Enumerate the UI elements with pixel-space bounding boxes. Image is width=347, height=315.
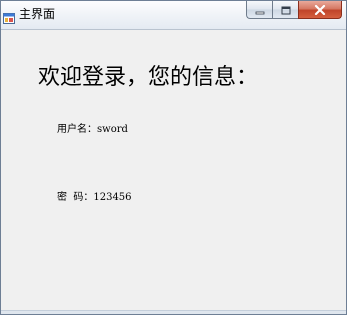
username-value: sword — [97, 124, 128, 135]
form-client-area: 欢迎登录，您的信息： 用户名：sword 密 码：123456 — [1, 30, 346, 314]
window-bottom-border — [1, 310, 346, 314]
window-title: 主界面 — [19, 7, 56, 21]
title-bar[interactable]: 主界面 — [1, 1, 346, 30]
minimize-icon — [255, 0, 265, 19]
close-button[interactable] — [298, 1, 342, 19]
password-row: 密 码：123456 — [57, 191, 132, 205]
maximize-button[interactable] — [272, 1, 298, 19]
password-label: 密 码： — [57, 192, 94, 203]
main-window: 主界面 欢迎登录，您的信息： 用户名：sword 密 码：123456 — [0, 0, 347, 315]
minimize-button[interactable] — [246, 1, 272, 19]
close-icon — [314, 0, 326, 19]
username-label: 用户名： — [57, 124, 97, 135]
maximize-icon — [281, 0, 291, 19]
welcome-heading: 欢迎登录，您的信息： — [38, 65, 259, 90]
windows-form-icon[interactable] — [3, 9, 15, 24]
caption-buttons — [246, 1, 342, 21]
password-value: 123456 — [93, 192, 132, 203]
username-row: 用户名：sword — [57, 123, 128, 137]
